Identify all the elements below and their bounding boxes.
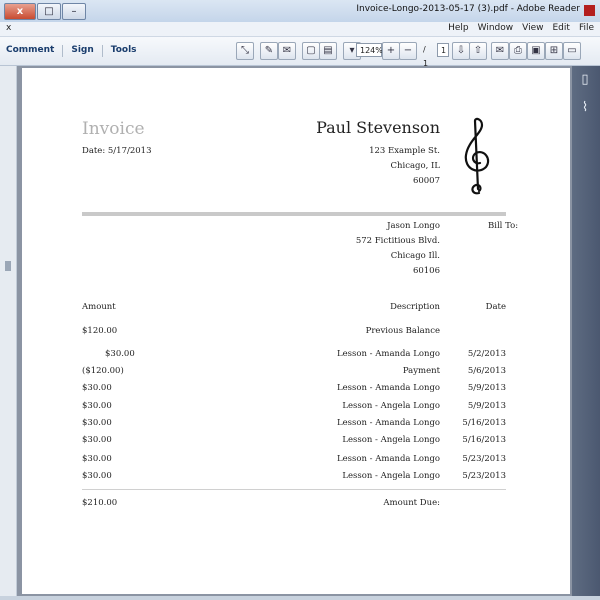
row-amount: $30.00 — [82, 383, 112, 393]
column-date: Date — [485, 302, 506, 312]
row-date: 5/16/2013 — [462, 418, 506, 428]
row-description: Lesson - Angela Longo — [342, 401, 440, 411]
row-description: Lesson - Amanda Longo — [336, 383, 440, 393]
previous-balance-label: Previous Balance — [365, 326, 440, 336]
menu-view[interactable]: View — [522, 23, 543, 33]
toolbar-separator — [101, 45, 103, 57]
sticky-note-icon[interactable]: ✉ — [278, 42, 296, 60]
bill-to-zip: 60106 — [412, 266, 440, 276]
left-navigation-strip — [0, 66, 17, 596]
task-links: Comment Sign Tools — [6, 45, 137, 57]
previous-balance-amount: $120.00 — [82, 326, 118, 336]
row-date: 5/16/2013 — [462, 435, 506, 445]
minimize-button[interactable]: – — [62, 3, 86, 20]
row-date: 5/9/2013 — [467, 383, 506, 393]
bill-to-street: 572 Fictitious Blvd. — [355, 236, 440, 246]
expand-icon[interactable]: ⤡ — [236, 42, 254, 60]
row-amount: $30.00 — [82, 435, 112, 445]
row-description: Lesson - Amanda Longo — [336, 454, 440, 464]
sender-street: 123 Example St. — [369, 146, 440, 156]
row-date: 5/2/2013 — [467, 349, 506, 359]
menu-bar: x Help Window View Edit File — [0, 22, 600, 37]
right-navigation-panel: ▯ ⌇ — [572, 66, 600, 596]
amount-due-label: Amount Due: — [383, 498, 440, 508]
close-document-button[interactable]: x — [6, 23, 11, 33]
paperclip-icon[interactable]: ⌇ — [578, 100, 592, 116]
window-controls: x □ – — [4, 3, 86, 20]
menu-edit[interactable]: Edit — [553, 23, 570, 33]
treble-clef-icon — [464, 117, 490, 195]
sender-name: Paul Stevenson — [316, 118, 440, 137]
maximize-button[interactable]: □ — [37, 3, 61, 20]
toolbar-separator — [62, 45, 64, 57]
bill-to-city: Chicago Ill. — [390, 251, 440, 261]
save-icon[interactable]: ▣ — [527, 42, 545, 60]
print-icon[interactable]: ⎙ — [509, 42, 527, 60]
row-date: 5/23/2013 — [462, 471, 506, 481]
row-amount: $30.00 — [82, 401, 112, 411]
row-amount: ($120.00) — [82, 366, 124, 376]
title-bar: x □ – Invoice-Longo-2013-05-17 (3).pdf -… — [0, 0, 600, 23]
page-total: / 1 — [423, 45, 429, 68]
row-description: Payment — [402, 366, 440, 376]
fit-width-icon[interactable]: ▤ — [319, 42, 337, 60]
row-description: Lesson - Angela Longo — [342, 435, 440, 445]
totals-divider — [82, 489, 506, 490]
sign-button[interactable]: Sign — [71, 45, 93, 57]
splitter-handle[interactable] — [5, 261, 11, 271]
bill-to-name: Jason Longo — [387, 221, 440, 231]
window-bottom-edge — [0, 596, 600, 600]
column-amount: Amount — [82, 302, 116, 312]
amount-due-value: $210.00 — [82, 498, 118, 508]
menu-file[interactable]: File — [579, 23, 594, 33]
invoice-date: Date: 5/17/2013 — [82, 146, 152, 156]
adobe-reader-icon — [584, 5, 595, 16]
comment-button[interactable]: Comment — [6, 45, 54, 57]
close-window-button[interactable]: x — [4, 3, 36, 20]
sender-city: Chicago, IL — [390, 161, 441, 171]
window-title: Invoice-Longo-2013-05-17 (3).pdf - Adobe… — [356, 4, 580, 14]
menu-help[interactable]: Help — [448, 23, 469, 33]
fit-page-icon[interactable]: ▢ — [302, 42, 320, 60]
header-divider — [82, 212, 506, 216]
row-description: Lesson - Angela Longo — [342, 471, 440, 481]
email-icon[interactable]: ✉ — [491, 42, 509, 60]
zoom-input[interactable]: 124% — [356, 43, 383, 57]
page-number-input[interactable]: 1 — [437, 43, 449, 57]
row-amount: $30.00 — [82, 418, 112, 428]
row-date: 5/6/2013 — [467, 366, 506, 376]
highlight-icon[interactable]: ✎ — [260, 42, 278, 60]
row-date: 5/9/2013 — [467, 401, 506, 411]
row-description: Lesson - Amanda Longo — [336, 418, 440, 428]
row-date: 5/23/2013 — [462, 454, 506, 464]
row-description: Lesson - Amanda Longo — [336, 349, 440, 359]
open-file-icon[interactable]: ▭ — [563, 42, 581, 60]
toolbar: Comment Sign Tools ⤡ ✎ ✉ ▢ ▤ ▾ 124% + − … — [0, 37, 600, 68]
create-pdf-icon[interactable]: ⊞ — [545, 42, 563, 60]
bill-to-label: Bill To: — [488, 221, 519, 231]
row-amount: $30.00 — [82, 454, 112, 464]
previous-page-icon[interactable]: ⇧ — [469, 42, 487, 60]
menu-items: Help Window View Edit File — [448, 23, 594, 33]
column-description: Description — [390, 302, 440, 312]
sender-zip: 60007 — [412, 176, 440, 186]
next-page-icon[interactable]: ⇩ — [452, 42, 470, 60]
tools-button[interactable]: Tools — [111, 45, 137, 57]
pages-icon[interactable]: ▯ — [578, 72, 592, 88]
zoom-in-icon[interactable]: + — [382, 42, 400, 60]
zoom-out-icon[interactable]: − — [399, 42, 417, 60]
row-amount: $30.00 — [105, 349, 135, 359]
invoice-heading: Invoice — [82, 119, 145, 139]
menu-window[interactable]: Window — [478, 23, 514, 33]
row-amount: $30.00 — [82, 471, 112, 481]
